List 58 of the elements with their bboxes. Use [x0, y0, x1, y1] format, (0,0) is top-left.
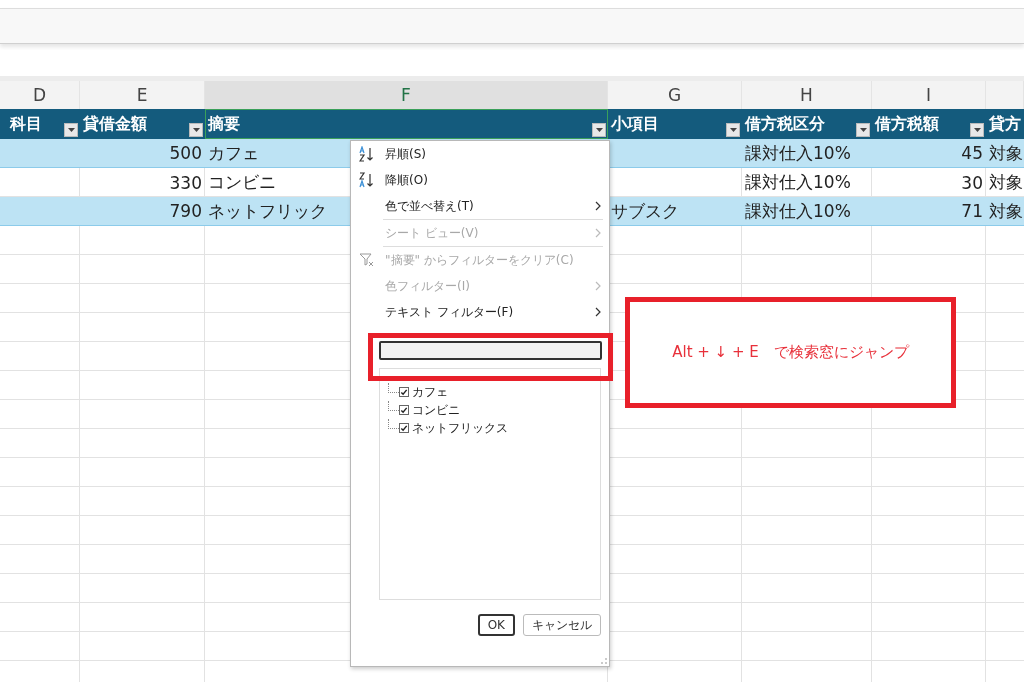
header-label: 貸借金額: [83, 113, 147, 135]
table-cell: 30: [961, 172, 983, 193]
caret-down-icon: [859, 128, 867, 132]
table-cell: コンビニ: [208, 171, 276, 194]
table-cell: サブスク: [611, 199, 679, 223]
table-cell: 課対仕入10%: [745, 141, 851, 165]
value-label: カフェ: [412, 384, 448, 400]
table-cell: 対象: [989, 199, 1023, 223]
table-cell: 対象: [989, 171, 1023, 194]
filter-dropdown-button[interactable]: [970, 123, 984, 137]
table-cell: 71: [961, 201, 983, 221]
filter-dropdown-button[interactable]: [726, 123, 740, 137]
table-cell: 45: [961, 143, 983, 163]
menu-item[interactable]: 降順(O): [351, 167, 609, 193]
checkbox[interactable]: [399, 387, 409, 397]
table-cell: 330: [169, 172, 202, 193]
dialog-button[interactable]: OK: [477, 614, 515, 636]
header-label: 科目: [10, 113, 42, 135]
clear-filter-icon: [359, 252, 375, 268]
menu-item[interactable]: 色で並べ替え(T): [351, 193, 609, 219]
value-label: コンビニ: [412, 402, 460, 418]
checkbox[interactable]: [399, 405, 409, 415]
table-cell: 対象: [989, 141, 1023, 165]
chevron-right-icon: [595, 201, 601, 211]
dialog-button[interactable]: キャンセル: [523, 614, 601, 636]
filter-dropdown-button[interactable]: [189, 123, 203, 137]
sort-descending-icon: [359, 172, 375, 188]
checkbox[interactable]: [399, 423, 409, 433]
resize-grip-icon: [601, 658, 607, 664]
value-label: ネットフリックス: [412, 420, 508, 436]
chevron-right-icon: [595, 281, 601, 291]
table-cell: 課対仕入10%: [745, 171, 851, 194]
header-label: 貸方: [989, 113, 1021, 135]
chevron-right-icon: [595, 228, 601, 238]
annotation-text: Alt + ↓ + E で検索窓にジャンプ: [672, 343, 909, 362]
caret-down-icon: [67, 128, 75, 132]
caret-down-icon: [595, 128, 603, 132]
header-label: 小項目: [611, 113, 659, 135]
table-cell: 500: [169, 143, 202, 163]
caret-down-icon: [729, 128, 737, 132]
caret-down-icon: [192, 128, 200, 132]
caret-down-icon: [973, 128, 981, 132]
menu-item[interactable]: テキスト フィルター(F): [351, 299, 609, 325]
table-cell: 790: [169, 201, 202, 221]
table-cell: ネットフリック: [208, 199, 327, 223]
sort-ascending-icon: [359, 146, 375, 162]
filter-dropdown-button[interactable]: [592, 123, 606, 137]
menu-item[interactable]: 昇順(S): [351, 141, 609, 167]
header-label: 借方税区分: [745, 113, 825, 135]
filter-dropdown-button[interactable]: [64, 123, 78, 137]
column-header[interactable]: F: [205, 81, 608, 109]
filter-dropdown-button[interactable]: [856, 123, 870, 137]
header-label: 摘要: [208, 113, 240, 135]
table-cell: 課対仕入10%: [745, 199, 851, 223]
search-field[interactable]: [379, 341, 602, 360]
header-label: 借方税額: [875, 113, 939, 135]
chevron-right-icon: [595, 307, 601, 317]
table-cell: カフェ: [208, 141, 259, 165]
